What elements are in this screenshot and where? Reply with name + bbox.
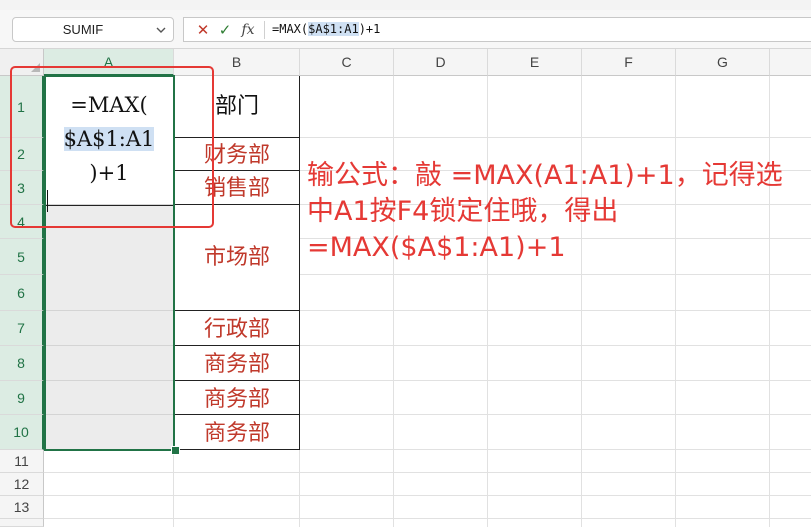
chevron-down-icon[interactable] — [155, 24, 167, 36]
cell-b8[interactable]: 商务部 — [175, 346, 299, 381]
highlight-callout-box — [10, 66, 214, 228]
gridline-row-9 — [300, 414, 811, 415]
instruction-annotation: 输公式：敲 =MAX(A1:A1)+1，记得选中A1按F4锁定住哦，得出=MAX… — [307, 160, 783, 263]
gridline-row-13 — [44, 518, 811, 519]
formula-toolbar: SUMIF ✕ ✓ fx =MAX($A$1:A1)+1 — [0, 10, 811, 49]
row-header-14[interactable] — [0, 519, 44, 527]
column-header-h[interactable] — [770, 49, 811, 76]
gridline-row-10 — [300, 449, 811, 450]
column-header-f[interactable]: F — [582, 49, 676, 76]
gridline-row-8 — [300, 380, 811, 381]
row-header-5[interactable]: 5 — [0, 239, 44, 275]
row-header-12[interactable]: 12 — [0, 473, 44, 496]
gridline-row-1 — [300, 137, 811, 138]
column-header-e[interactable]: E — [488, 49, 582, 76]
row-header-13[interactable]: 13 — [0, 496, 44, 519]
name-box[interactable]: SUMIF — [12, 17, 174, 42]
gridline-col-g — [769, 76, 770, 527]
cancel-icon[interactable]: ✕ — [194, 21, 212, 39]
row-header-11[interactable]: 11 — [0, 450, 44, 473]
column-header-g[interactable]: G — [676, 49, 770, 76]
gridline-row-12 — [44, 495, 811, 496]
formula-suffix: )+1 — [358, 22, 381, 36]
fill-handle[interactable] — [171, 446, 180, 455]
formula-prefix: =MAX( — [272, 22, 309, 36]
gridline-col-e — [581, 76, 582, 527]
row-header-9[interactable]: 9 — [0, 381, 44, 415]
row-header-10[interactable]: 10 — [0, 415, 44, 450]
gridline-row-11 — [44, 472, 811, 473]
gridline-col-f — [675, 76, 676, 527]
formula-input[interactable]: =MAX($A$1:A1)+1 — [272, 18, 380, 41]
row-header-6[interactable]: 6 — [0, 275, 44, 311]
row-header-8[interactable]: 8 — [0, 346, 44, 381]
formula-bar: ✕ ✓ fx =MAX($A$1:A1)+1 — [183, 17, 811, 42]
cell-b9[interactable]: 商务部 — [175, 381, 299, 415]
cell-b7[interactable]: 行政部 — [175, 311, 299, 346]
gridline-col-a-lower — [173, 450, 174, 527]
gridline-col-d — [487, 76, 488, 527]
row-header-7[interactable]: 7 — [0, 311, 44, 346]
gridline-col-c — [393, 76, 394, 527]
confirm-icon[interactable]: ✓ — [216, 21, 234, 39]
table-border-right — [299, 76, 300, 450]
name-box-value: SUMIF — [62, 22, 104, 37]
gridline-row-7 — [300, 345, 811, 346]
gridline-row-6 — [300, 310, 811, 311]
gridline-col-b-lower — [299, 450, 300, 527]
formula-reference-highlight: $A$1:A1 — [308, 22, 359, 36]
insert-function-icon[interactable]: fx — [237, 21, 259, 39]
formula-bar-divider — [264, 21, 265, 39]
cell-b10[interactable]: 商务部 — [175, 415, 299, 450]
column-header-d[interactable]: D — [394, 49, 488, 76]
gridline-row-5 — [300, 274, 811, 275]
column-header-c[interactable]: C — [300, 49, 394, 76]
